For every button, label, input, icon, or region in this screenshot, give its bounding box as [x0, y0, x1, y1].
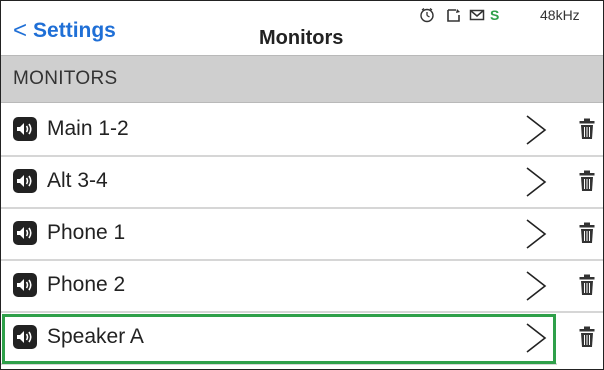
list-item-selected[interactable]: Speaker A [1, 313, 595, 365]
chevron-right-icon[interactable] [525, 166, 547, 203]
section-header: MONITORS [1, 55, 603, 103]
trash-icon[interactable] [579, 170, 595, 197]
trash-icon[interactable] [579, 118, 595, 145]
list-item[interactable]: Main 1-2 [1, 105, 603, 157]
section-label: MONITORS [13, 68, 118, 89]
chevron-right-icon[interactable] [525, 322, 547, 359]
chevron-left-icon: < [13, 17, 28, 44]
monitor-label: Speaker A [47, 325, 144, 348]
chevron-right-icon[interactable] [525, 114, 547, 151]
trash-icon[interactable] [579, 326, 595, 353]
list-item[interactable]: Alt 3-4 [1, 157, 603, 209]
speaker-icon [13, 169, 37, 193]
speaker-icon [13, 221, 37, 245]
monitor-label: Phone 2 [47, 273, 126, 296]
trash-icon[interactable] [579, 222, 595, 249]
speaker-icon [13, 325, 37, 349]
clock-icon [419, 7, 435, 26]
page-title: Monitors [259, 27, 344, 49]
chevron-right-icon[interactable] [525, 218, 547, 255]
list-item[interactable]: Phone 1 [1, 209, 603, 261]
trash-icon[interactable] [579, 274, 595, 301]
speaker-icon [13, 273, 37, 297]
header-bar: < Settings Monitors S 48kHz [1, 1, 603, 55]
sync-indicator: S [490, 7, 500, 23]
speaker-icon [13, 117, 37, 141]
monitor-label: Phone 1 [47, 221, 126, 244]
list-item[interactable]: Phone 2 [1, 261, 603, 313]
monitor-list: Main 1-2 Alt 3-4 Phone 1 Phone 2 Speaker… [1, 105, 603, 365]
back-button[interactable]: < Settings [13, 16, 116, 44]
back-label: Settings [33, 19, 116, 42]
chevron-right-icon[interactable] [525, 270, 547, 307]
monitor-label: Alt 3-4 [47, 169, 108, 192]
document-icon [446, 7, 462, 26]
sample-rate-label: 48kHz [540, 7, 580, 23]
mail-icon [469, 7, 485, 26]
monitors-screen: < Settings Monitors S 48kHz MONITORS Main… [0, 0, 604, 370]
monitor-label: Main 1-2 [47, 117, 129, 140]
